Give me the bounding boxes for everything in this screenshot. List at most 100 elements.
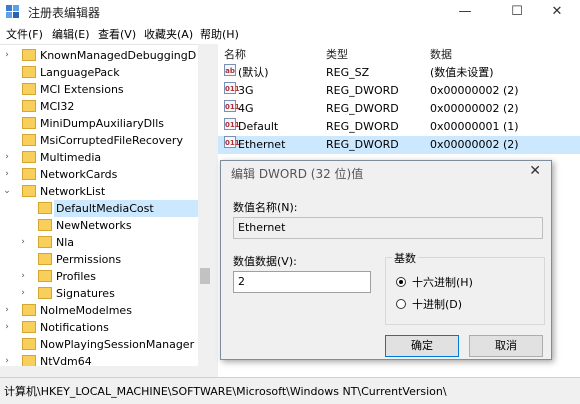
tree-item-label: Nla	[56, 236, 75, 249]
tree-item[interactable]: DefaultMediaCost	[38, 200, 198, 217]
expand-chevron-icon[interactable]: ›	[2, 302, 12, 319]
value-row[interactable]: ab (默认) REG_SZ (数值未设置)	[218, 64, 580, 82]
expand-chevron-icon[interactable]: ›	[2, 319, 12, 336]
tree-item-label: NoImeModelmes	[40, 304, 132, 317]
tree-item[interactable]: Permissions	[38, 251, 198, 268]
column-header-data[interactable]: 数据	[430, 46, 452, 62]
tree-item[interactable]: › KnownManagedDebuggingD	[5, 47, 198, 64]
folder-icon	[22, 100, 36, 112]
close-icon[interactable]: ✕	[534, 0, 580, 24]
column-header-name[interactable]: 名称	[224, 46, 246, 62]
folder-icon	[22, 83, 36, 95]
folder-icon	[22, 185, 36, 197]
value-row[interactable]: 011 3G REG_DWORD 0x00000002 (2)	[218, 82, 580, 100]
menu-view[interactable]: 查看(V)	[98, 26, 136, 42]
value-name-cell: Default	[238, 120, 279, 133]
value-data-input[interactable]: 2	[233, 271, 371, 293]
tree-item-label: KnownManagedDebuggingD	[40, 49, 197, 62]
tree-item[interactable]: LanguagePack	[22, 64, 198, 81]
expand-chevron-icon[interactable]: ›	[2, 149, 12, 166]
folder-icon	[38, 270, 52, 282]
tree-item[interactable]: › Profiles	[21, 268, 198, 285]
value-row[interactable]: 011 Default REG_DWORD 0x00000001 (1)	[218, 118, 580, 136]
hex-radio-label[interactable]: 十六进制(H)	[412, 274, 473, 290]
value-row[interactable]: 011 4G REG_DWORD 0x00000002 (2)	[218, 100, 580, 118]
tree-item[interactable]: MCI Extensions	[22, 81, 198, 98]
menu-favorites[interactable]: 收藏夹(A)	[144, 26, 193, 42]
cancel-button[interactable]: 取消	[469, 335, 543, 357]
value-name-cell: 3G	[238, 84, 254, 97]
binary-value-icon: 011	[224, 100, 240, 112]
value-data-cell: 0x00000002 (2)	[430, 84, 519, 97]
tree-item[interactable]: ⌄ NetworkList	[3, 183, 198, 200]
tree-item-label: NetworkCards	[40, 168, 118, 181]
expand-chevron-icon[interactable]: ›	[2, 166, 12, 183]
decimal-radio[interactable]	[396, 299, 406, 309]
folder-icon	[22, 304, 36, 316]
tree-horizontal-scrollbar[interactable]	[0, 366, 212, 377]
tree-item[interactable]: NowPlayingSessionManager	[22, 336, 198, 353]
dialog-close-icon[interactable]: ✕	[529, 163, 541, 179]
registry-key-tree[interactable]: › KnownManagedDebuggingD LanguagePack MCI E…	[0, 44, 212, 378]
tree-item-label: LanguagePack	[40, 66, 120, 79]
tree-item-label: NowPlayingSessionManager	[40, 338, 195, 351]
folder-icon	[38, 219, 52, 231]
folder-icon	[38, 253, 52, 265]
tree-item-label: NetworkList	[40, 185, 106, 198]
base-groupbox: 基数 十六进制(H) 十进制(D)	[385, 250, 545, 325]
folder-icon	[22, 134, 36, 146]
scrollbar-thumb[interactable]	[200, 268, 210, 284]
value-name-cell: (默认)	[238, 66, 269, 79]
expand-chevron-icon[interactable]: ⌄	[2, 183, 12, 200]
ok-button[interactable]: 确定	[385, 335, 459, 357]
dialog-title: 编辑 DWORD (32 位)值	[231, 167, 364, 181]
value-type-cell: REG_DWORD	[326, 102, 399, 115]
folder-icon	[22, 338, 36, 350]
value-type-cell: REG_DWORD	[326, 84, 399, 97]
menu-help[interactable]: 帮助(H)	[200, 26, 239, 42]
menu-file[interactable]: 文件(F)	[6, 26, 43, 42]
tree-item[interactable]: MsiCorruptedFileRecovery	[22, 132, 198, 149]
menu-edit[interactable]: 编辑(E)	[52, 26, 90, 42]
status-bar: 计算机\HKEY_LOCAL_MACHINE\SOFTWARE\Microsof…	[0, 377, 580, 404]
tree-item[interactable]: › Signatures	[21, 285, 198, 302]
value-data-cell: 0x00000002 (2)	[430, 102, 519, 115]
tree-item[interactable]: › Notifications	[5, 319, 198, 336]
tree-item[interactable]: › Multimedia	[5, 149, 198, 166]
folder-icon	[38, 202, 52, 214]
tree-item-label: DefaultMediaCost	[56, 202, 154, 215]
value-type-cell: REG_DWORD	[326, 138, 399, 151]
minimize-icon[interactable]: —	[442, 0, 488, 24]
tree-item[interactable]: › NoImeModelmes	[5, 302, 198, 319]
regedit-app-icon	[6, 5, 19, 18]
tree-item-label: NewNetworks	[56, 219, 132, 232]
value-name-field: Ethernet	[233, 217, 543, 239]
value-type-cell: REG_DWORD	[326, 120, 399, 133]
folder-icon	[38, 236, 52, 248]
tree-item[interactable]: MiniDumpAuxiliaryDlls	[22, 115, 198, 132]
folder-icon	[22, 151, 36, 163]
tree-vertical-scrollbar[interactable]	[198, 44, 212, 366]
tree-item[interactable]: › Nla	[21, 234, 198, 251]
title-bar: 注册表编辑器 — ☐ ✕	[0, 0, 580, 24]
value-data-cell: 0x00000001 (1)	[430, 120, 519, 133]
tree-item[interactable]: MCI32	[22, 98, 198, 115]
edit-dword-dialog: 编辑 DWORD (32 位)值 ✕ 数值名称(N): Ethernet 数值数…	[220, 160, 552, 360]
expand-chevron-icon[interactable]: ›	[18, 268, 28, 285]
column-header-type[interactable]: 类型	[326, 46, 348, 62]
hex-radio[interactable]	[396, 277, 406, 287]
tree-item[interactable]: NewNetworks	[38, 217, 198, 234]
folder-icon	[38, 287, 52, 299]
tree-item[interactable]: › NetworkCards	[5, 166, 198, 183]
decimal-radio-label[interactable]: 十进制(D)	[412, 296, 462, 312]
expand-chevron-icon[interactable]: ›	[18, 234, 28, 251]
folder-icon	[22, 66, 36, 78]
value-name-cell: 4G	[238, 102, 254, 115]
folder-icon	[22, 49, 36, 61]
expand-chevron-icon[interactable]: ›	[2, 47, 12, 64]
tree-item-label: Profiles	[56, 270, 96, 283]
value-row[interactable]: 011 Ethernet REG_DWORD 0x00000002 (2)	[218, 136, 580, 154]
base-group-label: 基数	[392, 250, 418, 266]
binary-value-icon: 011	[224, 82, 240, 94]
expand-chevron-icon[interactable]: ›	[18, 285, 28, 302]
